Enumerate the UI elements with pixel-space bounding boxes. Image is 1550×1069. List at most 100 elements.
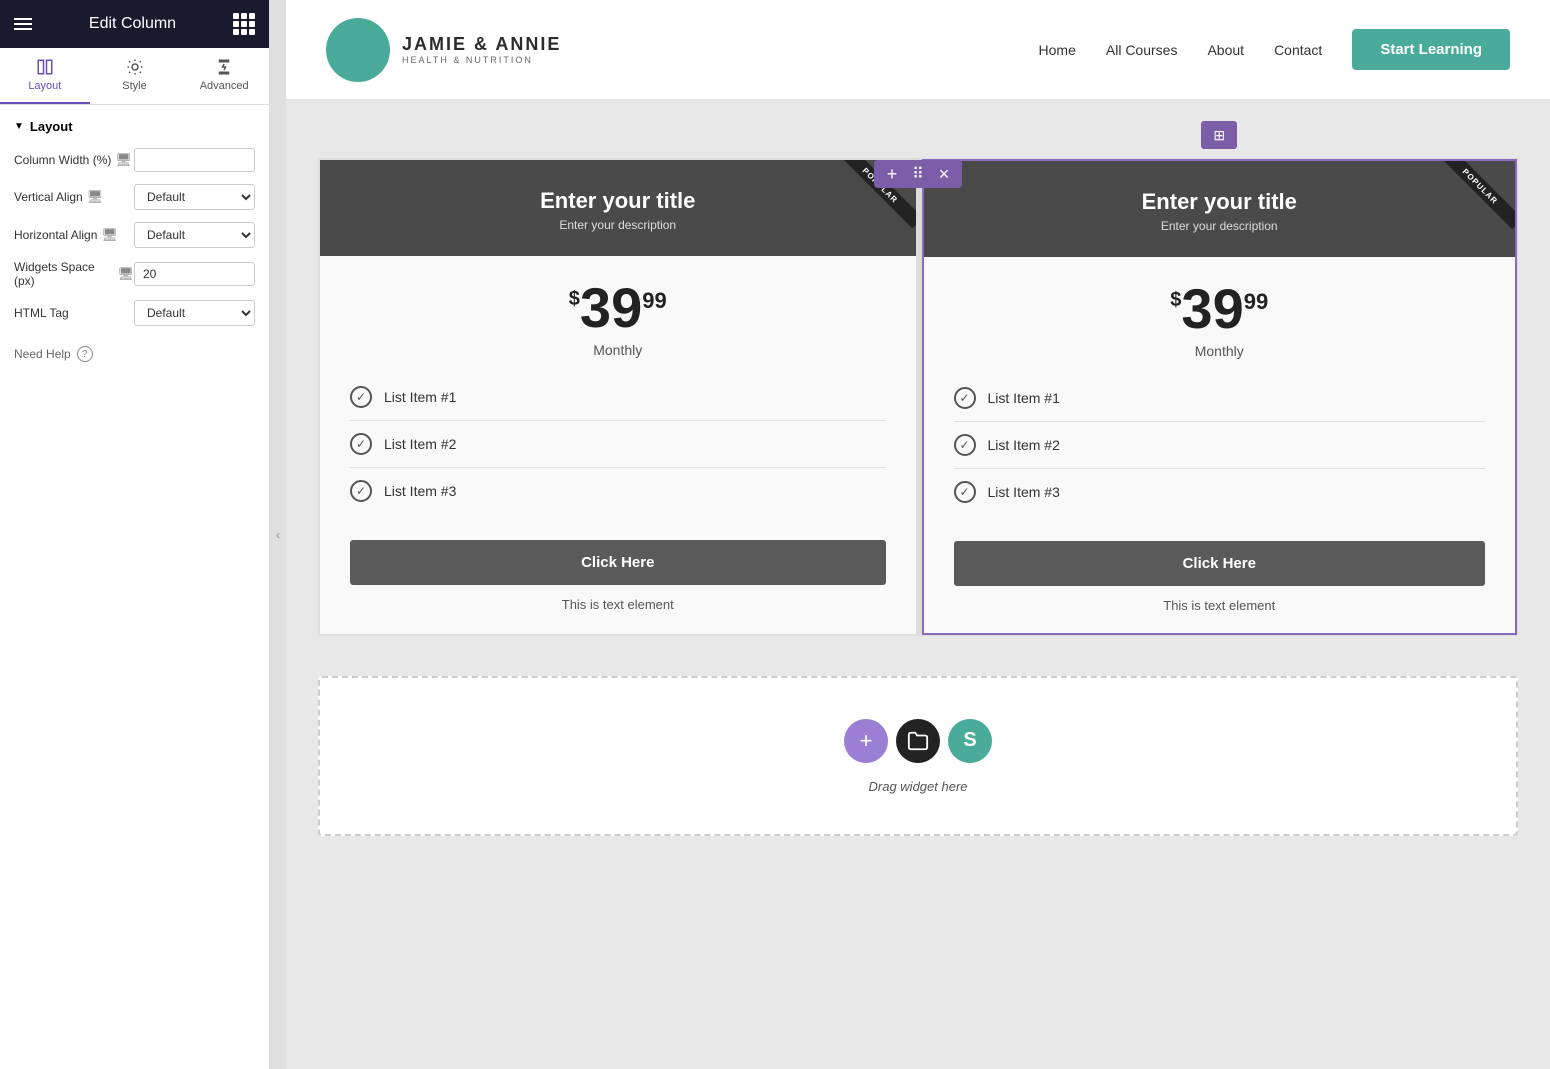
card-title-1: Enter your title [340,188,896,214]
collapse-arrow: ▼ [14,121,24,132]
list-item-1-2: List Item #2 [350,421,886,468]
price-dollar-1: $ [569,288,580,311]
price-area-1: $ 39 99 Monthly [320,256,916,374]
list-item-text-1-1: List Item #1 [384,389,456,405]
check-icon-2-2 [954,434,976,456]
need-help[interactable]: Need Help ? [14,346,255,362]
nav-link-courses[interactable]: All Courses [1106,42,1178,58]
list-item-2-1: List Item #1 [954,375,1486,422]
list-item-1-1: List Item #1 [350,374,886,421]
toolbar-close-button[interactable]: × [934,164,954,184]
pricing-card-2: Enter your title Enter your description … [922,159,1518,635]
list-item-text-2-1: List Item #1 [988,390,1060,406]
popular-badge-2 [1435,161,1515,241]
column-width-row: Column Width (%) 🖥 [14,148,255,172]
grid-icon[interactable] [233,13,255,35]
nav-link-about[interactable]: About [1207,42,1244,58]
price-period-1: Monthly [340,342,896,358]
collapse-handle[interactable]: ‹ [270,0,286,1069]
list-item-2-2: List Item #2 [954,422,1486,469]
click-here-button-2[interactable]: Click Here [954,541,1486,586]
toolbar-move-button[interactable]: ⠿ [908,164,928,184]
click-here-button-1[interactable]: Click Here [350,540,886,585]
nav-link-home[interactable]: Home [1039,42,1076,58]
drop-add-icon[interactable]: + [844,719,888,763]
html-tag-row: HTML Tag Default [14,300,255,326]
widgets-space-control[interactable] [134,262,255,286]
html-tag-label: HTML Tag [14,306,134,320]
logo-circle [326,18,390,82]
vertical-align-label: Vertical Align 🖥 [14,189,134,205]
card-desc-2: Enter your description [944,219,1496,233]
check-icon-2-3 [954,481,976,503]
layout-section-header[interactable]: ▼ Layout [14,119,255,134]
tab-layout[interactable]: Layout [0,48,90,104]
price-dollar-2: $ [1170,289,1181,312]
logo-name: JAMIE & ANNIE [402,34,561,56]
col2-table-icon[interactable]: ⊞ [1209,125,1229,145]
list-item-1-3: List Item #3 [350,468,886,514]
footer-text-1: This is text element [350,597,886,612]
horizontal-align-control[interactable]: Default [134,222,255,248]
html-tag-select[interactable]: Default [134,300,255,326]
tab-style[interactable]: Style [90,48,180,104]
navbar: JAMIE & ANNIE HEALTH & NUTRITION Home Al… [286,0,1550,100]
monitor-icon-2: 🖥 [87,189,104,205]
vertical-align-select[interactable]: Default [134,184,255,210]
price-row-2: $ 39 99 [944,281,1496,337]
monitor-icon: 🖥 [115,152,132,168]
logo-text-block: JAMIE & ANNIE HEALTH & NUTRITION [402,34,561,66]
monitor-icon-3: 🖥 [101,227,118,243]
list-item-text-1-2: List Item #2 [384,436,456,452]
check-icon-1-3 [350,480,372,502]
panel-content: ▼ Layout Column Width (%) 🖥 Vertical Ali… [0,105,269,1069]
top-bar: Edit Column [0,0,269,48]
list-item-text-2-2: List Item #2 [988,437,1060,453]
list-items-2: List Item #1 List Item #2 List Item #3 [924,375,1516,531]
pricing-card-2-wrapper: ⊞ Enter your title Enter your descriptio… [922,159,1518,635]
hamburger-menu[interactable] [14,18,32,30]
list-items-1: List Item #1 List Item #2 List Item #3 [320,374,916,530]
price-number-1: 39 [580,280,642,336]
drop-zone-icons: + S [844,719,992,763]
nav-cta-button[interactable]: Start Learning [1352,29,1510,70]
pricing-card-1: Enter your title Enter your description … [319,159,922,635]
toolbar-add-button[interactable]: + [882,164,902,184]
canvas-area: + ⠿ × Enter your title Enter your descri… [286,100,1550,1069]
main-content: JAMIE & ANNIE HEALTH & NUTRITION Home Al… [286,0,1550,1069]
check-icon-2-1 [954,387,976,409]
card-desc-1: Enter your description [340,218,896,232]
widgets-space-row: Widgets Space (px) 🖥 [14,260,255,288]
column-width-label: Column Width (%) 🖥 [14,152,134,168]
price-cents-1: 99 [642,288,666,314]
price-number-2: 39 [1181,281,1243,337]
drop-zone: + S Drag widget here [318,676,1518,836]
logo-subtitle: HEALTH & NUTRITION [402,55,561,65]
help-circle-icon: ? [77,346,93,362]
price-cents-2: 99 [1244,289,1268,315]
nav-links: Home All Courses About Contact Start Lea… [1039,29,1510,70]
nav-link-contact[interactable]: Contact [1274,42,1322,58]
drop-folder-icon[interactable] [896,719,940,763]
list-item-text-1-3: List Item #3 [384,483,456,499]
horizontal-align-select[interactable]: Default [134,222,255,248]
price-area-2: $ 39 99 Monthly [924,257,1516,375]
footer-text-2: This is text element [954,598,1486,613]
html-tag-control[interactable]: Default [134,300,255,326]
column-width-control[interactable] [134,148,255,172]
widgets-space-label: Widgets Space (px) 🖥 [14,260,134,288]
card-header-1: Enter your title Enter your description [320,160,916,256]
column-width-input[interactable] [134,148,255,172]
price-period-2: Monthly [944,343,1496,359]
card-header-2: Enter your title Enter your description [924,161,1516,257]
card-title-2: Enter your title [944,189,1496,215]
drop-s-icon[interactable]: S [948,719,992,763]
list-item-text-2-3: List Item #3 [988,484,1060,500]
horizontal-align-row: Horizontal Align 🖥 Default [14,222,255,248]
monitor-icon-4: 🖥 [117,266,134,282]
widgets-space-input[interactable] [134,262,255,286]
check-icon-1-1 [350,386,372,408]
tab-advanced[interactable]: Advanced [179,48,269,104]
panel-title: Edit Column [89,15,176,33]
vertical-align-control[interactable]: Default [134,184,255,210]
